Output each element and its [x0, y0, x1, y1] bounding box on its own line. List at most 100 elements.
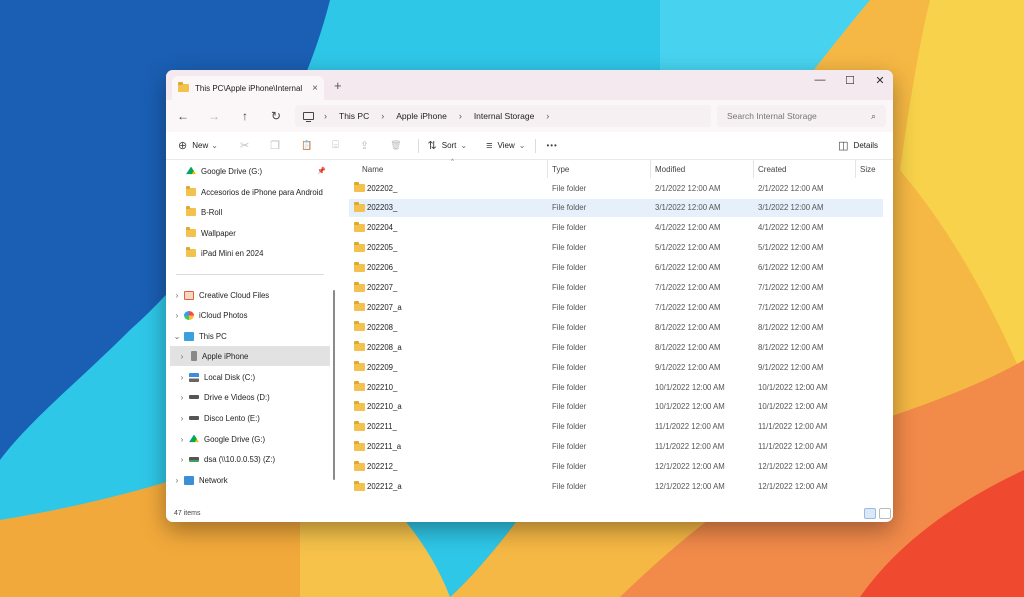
table-row[interactable]: 202210_ File folder 10/1/2022 12:00 AM 10/1… [349, 378, 883, 396]
table-row[interactable]: 202211_ File folder 11/1/2022 12:00 AM 11/1… [349, 418, 883, 436]
new-button[interactable]: ⊕ New ⌄ [178, 139, 218, 152]
chevron-right-icon[interactable]: › [175, 414, 189, 423]
column-header-modified[interactable]: Modified [655, 165, 685, 174]
sidebar-item-icloud-photos[interactable]: › iCloud Photos [170, 305, 248, 325]
sidebar-item-creative-cloud[interactable]: › Creative Cloud Files [170, 285, 269, 305]
chevron-right-icon[interactable]: › [175, 352, 189, 361]
sidebar-item-drive-e[interactable]: › Disco Lento (E:) [175, 408, 260, 428]
table-row[interactable]: 202206_ File folder 6/1/2022 12:00 AM 6/1/2… [349, 259, 883, 277]
delete-icon[interactable]: 🗑 [390, 140, 401, 151]
table-row[interactable]: 202210_a File folder 10/1/2022 12:00 AM 10/… [349, 398, 883, 416]
file-name: 202207_ [367, 283, 398, 292]
more-options-icon[interactable]: ••• [546, 141, 557, 150]
sort-button[interactable]: ⇅ Sort ⌄ [428, 139, 468, 152]
chevron-right-icon[interactable]: › [175, 455, 189, 464]
quick-access-accesorios[interactable]: Accesorios de iPhone para Android [186, 182, 323, 202]
tab-internal-storage[interactable]: This PC\Apple iPhone\Internal × [172, 76, 324, 100]
table-row[interactable]: 202209_ File folder 9/1/2022 12:00 AM 9/1/2… [349, 358, 883, 376]
file-name: 202210_a [367, 402, 402, 412]
quick-access-b-roll[interactable]: B-Roll [186, 202, 222, 222]
column-header-name[interactable]: Name [362, 165, 383, 174]
table-row[interactable]: 202204_ File folder 4/1/2022 12:00 AM 4/1/2… [349, 219, 883, 237]
chevron-right-icon[interactable]: › [175, 435, 189, 444]
paste-icon[interactable]: 📋 [301, 140, 312, 151]
sidebar-item-local-disk[interactable]: › Local Disk (C:) [175, 367, 255, 387]
copy-icon[interactable]: ❐ [270, 139, 280, 152]
share-icon[interactable]: ⇪ [360, 139, 369, 152]
file-type: File folder [552, 203, 587, 213]
address-bar[interactable]: › This PC › Apple iPhone › Internal Stor… [295, 105, 711, 127]
folder-icon [354, 241, 365, 252]
table-row[interactable]: 202211_a File folder 11/1/2022 12:00 AM 11/… [349, 438, 883, 456]
sidebar-item-apple-iphone[interactable]: › Apple iPhone [170, 346, 330, 366]
tiles-view-icon[interactable] [879, 508, 891, 519]
table-row[interactable]: 202208_a File folder 8/1/2022 12:00 AM 8/1/… [349, 338, 883, 356]
column-divider[interactable] [547, 160, 548, 178]
sidebar-item-label: Creative Cloud Files [199, 290, 270, 300]
forward-button[interactable]: → [200, 109, 228, 123]
table-row[interactable]: 202205_ File folder 5/1/2022 12:00 AM 5/1/2… [349, 239, 883, 257]
table-row[interactable]: 202207_ File folder 7/1/2022 12:00 AM 7/1/2… [349, 279, 883, 297]
chevron-down-icon[interactable]: ⌄ [170, 332, 184, 341]
column-header-size[interactable]: Size [860, 165, 876, 174]
breadcrumb-internal-storage[interactable]: Internal Storage [474, 111, 534, 121]
minimize-button[interactable]: — [806, 74, 834, 86]
close-button[interactable]: ✕ [866, 74, 893, 87]
column-header-created[interactable]: Created [758, 165, 786, 174]
breadcrumb-separator[interactable]: › [546, 111, 549, 121]
folder-icon [354, 201, 365, 212]
breadcrumb-this-pc[interactable]: This PC [339, 111, 369, 121]
sidebar-item-label: Accesorios de iPhone para Android [201, 187, 323, 197]
file-name: 202203_ [367, 203, 398, 213]
quick-access-wallpaper[interactable]: Wallpaper [186, 223, 236, 243]
column-header-type[interactable]: Type [552, 165, 569, 174]
search-box[interactable]: ⌕ [717, 105, 886, 127]
view-button[interactable]: ≡ View ⌄ [486, 140, 525, 152]
table-row[interactable]: 202212_a File folder 12/1/2022 12:00 AM 12/… [349, 478, 883, 496]
table-row[interactable]: 202202_ File folder 2/1/2022 12:00 AM 2/1/2… [349, 179, 883, 197]
breadcrumb-separator[interactable]: › [324, 111, 327, 121]
sidebar-item-google-drive[interactable]: › Google Drive (G:) [175, 429, 265, 449]
back-button[interactable]: ← [169, 109, 197, 123]
icloud-photos-icon [184, 310, 194, 320]
table-row[interactable]: 202208_ File folder 8/1/2022 12:00 AM 8/1/2… [349, 318, 883, 336]
sidebar-item-network-drive-z[interactable]: › dsa (\\10.0.0.53) (Z:) [175, 449, 275, 469]
chevron-right-icon[interactable]: › [170, 291, 184, 300]
refresh-button[interactable]: ↻ [262, 109, 290, 123]
sidebar-item-drive-d[interactable]: › Drive e Videos (D:) [175, 387, 270, 407]
quick-access-ipad-mini[interactable]: iPad Mini en 2024 [186, 243, 263, 263]
sidebar-item-network[interactable]: › Network [170, 470, 228, 490]
sidebar-item-this-pc[interactable]: ⌄ This PC [170, 326, 227, 346]
column-divider[interactable] [753, 160, 754, 178]
chevron-right-icon[interactable]: › [170, 311, 184, 320]
breadcrumb-separator[interactable]: › [381, 111, 384, 121]
breadcrumb-apple-iphone[interactable]: Apple iPhone [396, 111, 447, 121]
column-divider[interactable] [650, 160, 651, 178]
new-tab-icon[interactable]: + [334, 78, 342, 93]
column-divider[interactable] [855, 160, 856, 178]
close-tab-icon[interactable]: × [312, 83, 318, 94]
quick-access-google-drive[interactable]: Google Drive (G:) 📌 [186, 161, 330, 181]
breadcrumb-separator[interactable]: › [459, 111, 462, 121]
rename-icon[interactable]: ⌸ [332, 139, 339, 152]
table-row[interactable]: 202203_ File folder 3/1/2022 12:00 AM 3/1/2… [349, 198, 883, 217]
file-modified: 2/1/2022 12:00 AM [655, 183, 721, 193]
chevron-right-icon[interactable]: › [170, 476, 184, 485]
search-icon[interactable]: ⌕ [871, 111, 876, 122]
file-explorer-window: This PC\Apple iPhone\Internal × + — ☐ ✕ … [166, 70, 893, 522]
up-button[interactable]: ↑ [231, 109, 259, 123]
table-row[interactable]: 202207_a File folder 7/1/2022 12:00 AM 7/1/… [349, 298, 883, 316]
chevron-right-icon[interactable]: › [175, 373, 189, 382]
sidebar-scrollbar[interactable] [333, 290, 335, 480]
cut-icon[interactable]: ✂ [240, 139, 249, 152]
file-name: 202207_a [367, 302, 402, 312]
item-count: 47 items [174, 510, 201, 517]
chevron-right-icon[interactable]: › [175, 393, 189, 402]
details-view-icon[interactable] [864, 508, 876, 519]
search-input[interactable] [727, 111, 871, 121]
details-button[interactable]: ◫ Details [838, 139, 878, 152]
file-created: 12/1/2022 12:00 AM [758, 462, 828, 472]
sidebar-item-label: Google Drive (G:) [201, 166, 263, 176]
table-row[interactable]: 202212_ File folder 12/1/2022 12:00 AM 12/1… [349, 458, 883, 476]
maximize-button[interactable]: ☐ [836, 74, 864, 87]
